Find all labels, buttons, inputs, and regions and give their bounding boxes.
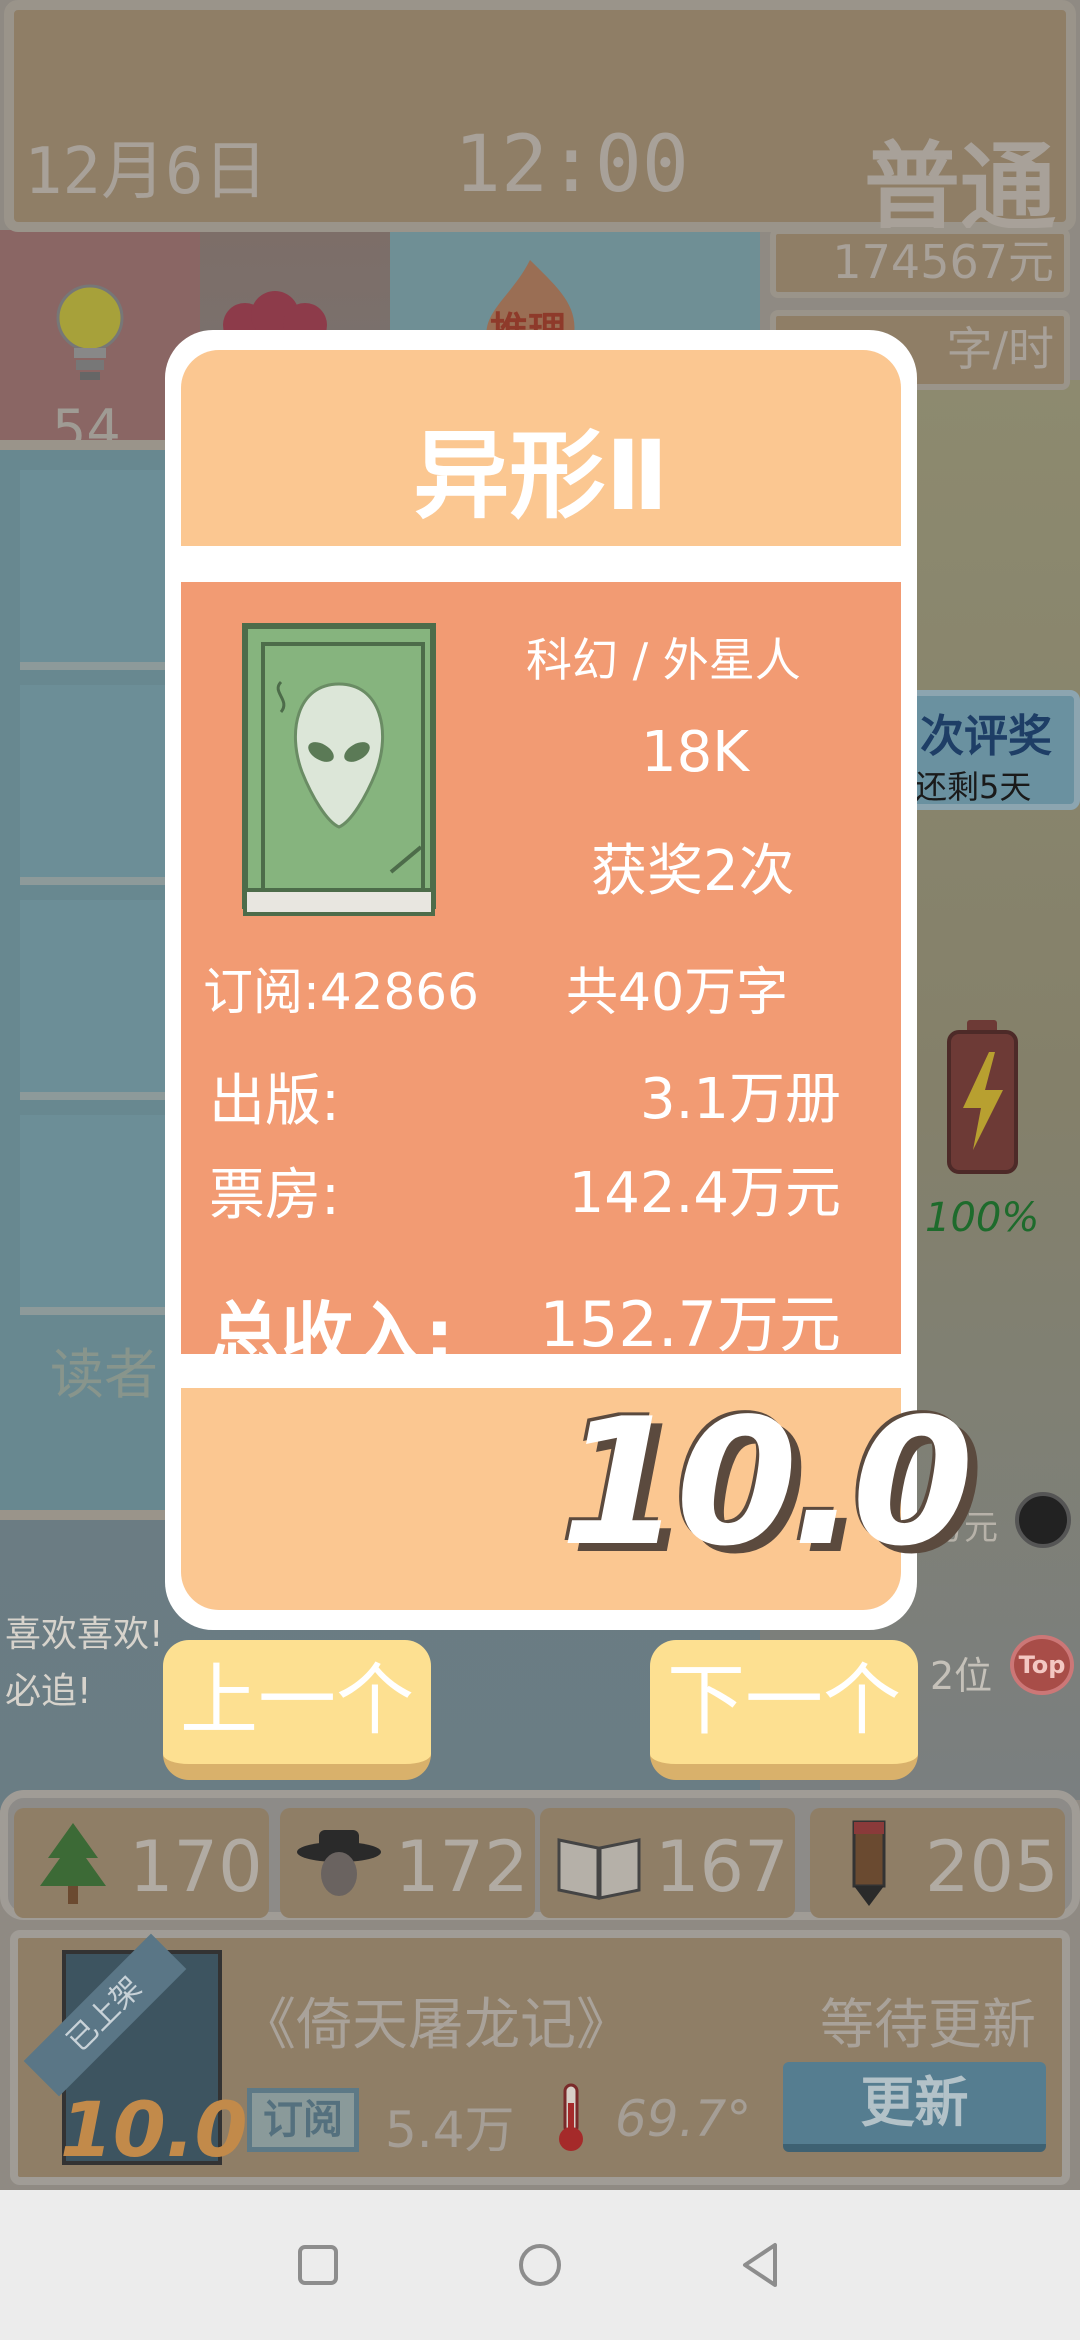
book-detail-dialog: 异形Ⅱ 科幻 / 外星人 18K 获奖2次 订阅:42866 共40万字 出版:… [165,330,974,1630]
total-words: 共40万字 [566,963,789,1023]
boxoffice-label: 票房: [209,1163,340,1228]
book-genre: 科幻 / 外星人 [526,633,801,687]
left-panel-row[interactable] [20,685,180,885]
subscribe-tag: 订阅 [247,2088,359,2152]
alien-book-cover-icon [242,623,436,916]
book-icon [557,1838,641,1900]
detective-icon [297,1830,381,1896]
subscribe-count: 5.4万 [385,2101,515,2159]
back-icon[interactable] [733,2235,793,2295]
award-remaining: 还剩5天 [915,768,1032,806]
game-time: 12:00 [454,120,689,210]
boxoffice-value: 142.4万元 [568,1161,841,1226]
dialog-title: 异形Ⅱ [413,420,669,532]
home-icon[interactable] [510,2235,570,2295]
total-income-label: 总收入: [209,1294,454,1378]
reader-comment: 必追! [5,1671,92,1712]
book-cover-score: 10.0 [60,2085,248,2174]
publish-label: 出版: [209,1069,340,1134]
system-nav-bar [0,2190,1080,2340]
left-panel: 读者 [0,440,190,1520]
stat-value: 167 [655,1826,789,1908]
stat-value: 172 [395,1826,529,1908]
total-income-value: 152.7万元 [539,1288,842,1361]
prev-button[interactable]: 上一个 [163,1640,431,1780]
tree-icon [40,1823,106,1904]
award-title: 次评奖 [920,711,1052,762]
update-button[interactable]: 更新 [783,2062,1046,2152]
next-button[interactable]: 下一个 [650,1640,918,1780]
thermometer-icon [559,2083,583,2151]
battery-icon [947,1020,1018,1174]
book-status: 等待更新 [820,1993,1036,2056]
left-panel-row[interactable] [20,1115,180,1315]
left-panel-row[interactable] [20,470,180,670]
left-panel-row[interactable] [20,900,180,1100]
stat-tree[interactable]: 170 [14,1808,269,1918]
stat-detective[interactable]: 172 [280,1808,535,1918]
reader-label: 读者 [50,1343,158,1406]
dialog-body: 科幻 / 外星人 18K 获奖2次 订阅:42866 共40万字 出版: 3.1… [181,582,901,1378]
lightbulb-icon[interactable] [50,280,130,390]
game-date: 12月6日 [24,135,268,209]
stat-value: 205 [925,1826,1059,1908]
book-score: 10.0 [560,1382,974,1585]
recent-apps-icon[interactable] [288,2235,348,2295]
rank-text: 2位 [930,1654,993,1698]
dialog-header: 异形Ⅱ [181,350,901,546]
award-count: 获奖2次 [591,839,795,904]
film-reel-icon[interactable] [1015,1492,1071,1548]
publish-value: 3.1万册 [639,1067,841,1132]
subscription-count: 订阅:42866 [203,963,479,1021]
battery-percent: 100% [925,1195,1040,1241]
book-title: 《倚天屠龙记》 [240,1993,632,2058]
word-speed: 18K [641,720,749,785]
stat-book[interactable]: 167 [540,1808,795,1918]
heat-value: 69.7° [615,2090,752,2148]
money-display: 174567元 [770,228,1070,298]
top-badge[interactable]: Top [1010,1635,1074,1695]
stat-pencil[interactable]: 205 [810,1808,1065,1918]
top-status-bar: 12月6日 12:00 普通 [4,0,1076,244]
stat-value: 170 [129,1826,263,1908]
reader-comment: 喜欢喜欢! [5,1614,164,1655]
pencil-icon [852,1820,886,1906]
